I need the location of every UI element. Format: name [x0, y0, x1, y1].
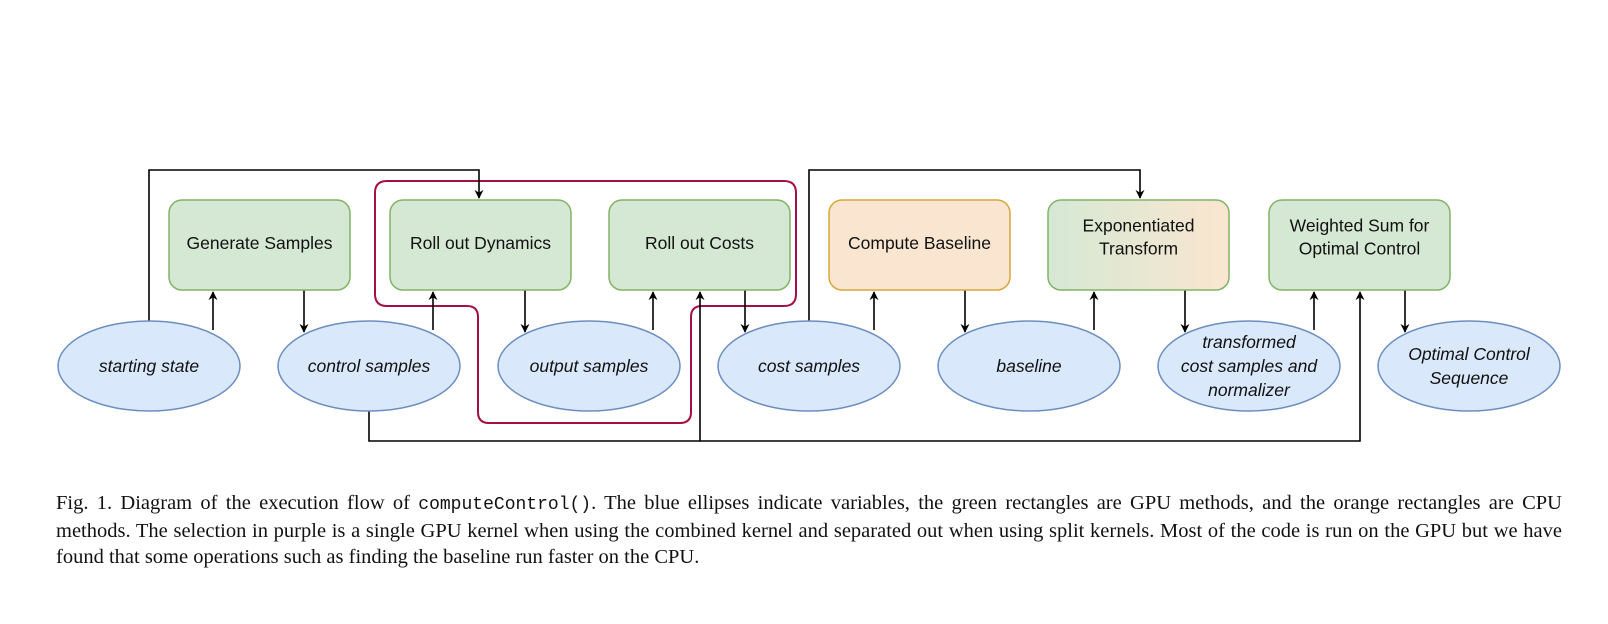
- variable-label: output samples: [530, 356, 649, 376]
- method-label: Optimal Control: [1299, 239, 1421, 259]
- method-label: Transform: [1099, 239, 1178, 259]
- variable-output-samples: output samples: [497, 320, 681, 412]
- variable-ellipse: [1377, 320, 1561, 412]
- method-compute-baseline: Compute Baseline: [828, 199, 1011, 291]
- method-roll-out-dynamics: Roll out Dynamics: [389, 199, 572, 291]
- variable-baseline: baseline: [937, 320, 1121, 412]
- variable-transformed-cost-samples: transformed cost samples and normalizer: [1157, 320, 1341, 412]
- variable-label: control samples: [308, 356, 431, 376]
- method-label: Roll out Costs: [645, 233, 754, 253]
- variable-label: baseline: [996, 356, 1061, 376]
- method-label: Weighted Sum for: [1290, 216, 1430, 236]
- execution-flow-diagram: Generate Samples Roll out Dynamics Roll ou…: [57, 169, 1561, 442]
- variable-label: normalizer: [1208, 380, 1291, 400]
- variable-label: Optimal Control: [1408, 344, 1531, 364]
- caption-code: computeControl(): [418, 495, 592, 515]
- variable-label: cost samples and: [1181, 356, 1318, 376]
- method-roll-out-costs: Roll out Costs: [608, 199, 791, 291]
- caption-prefix: Fig. 1. Diagram of the execution flow of: [56, 492, 419, 514]
- variable-starting-state: starting state: [57, 320, 241, 412]
- method-label: Roll out Dynamics: [410, 233, 551, 253]
- method-label: Exponentiated: [1083, 216, 1195, 236]
- variable-label: Sequence: [1430, 368, 1509, 388]
- method-weighted-sum: Weighted Sum for Optimal Control: [1268, 199, 1451, 291]
- method-generate-samples: Generate Samples: [168, 199, 351, 291]
- variable-control-samples: control samples: [277, 320, 461, 412]
- variable-label: starting state: [99, 356, 199, 376]
- variable-label: transformed: [1202, 332, 1297, 352]
- variable-cost-samples: cost samples: [717, 320, 901, 412]
- variable-label: cost samples: [758, 356, 860, 376]
- method-label: Compute Baseline: [848, 233, 991, 253]
- figure-caption: Fig. 1. Diagram of the execution flow of…: [56, 490, 1562, 570]
- variable-optimal-control-sequence: Optimal Control Sequence: [1377, 320, 1561, 412]
- method-exponentiated-transform: Exponentiated Transform: [1047, 199, 1230, 291]
- method-label: Generate Samples: [187, 233, 333, 253]
